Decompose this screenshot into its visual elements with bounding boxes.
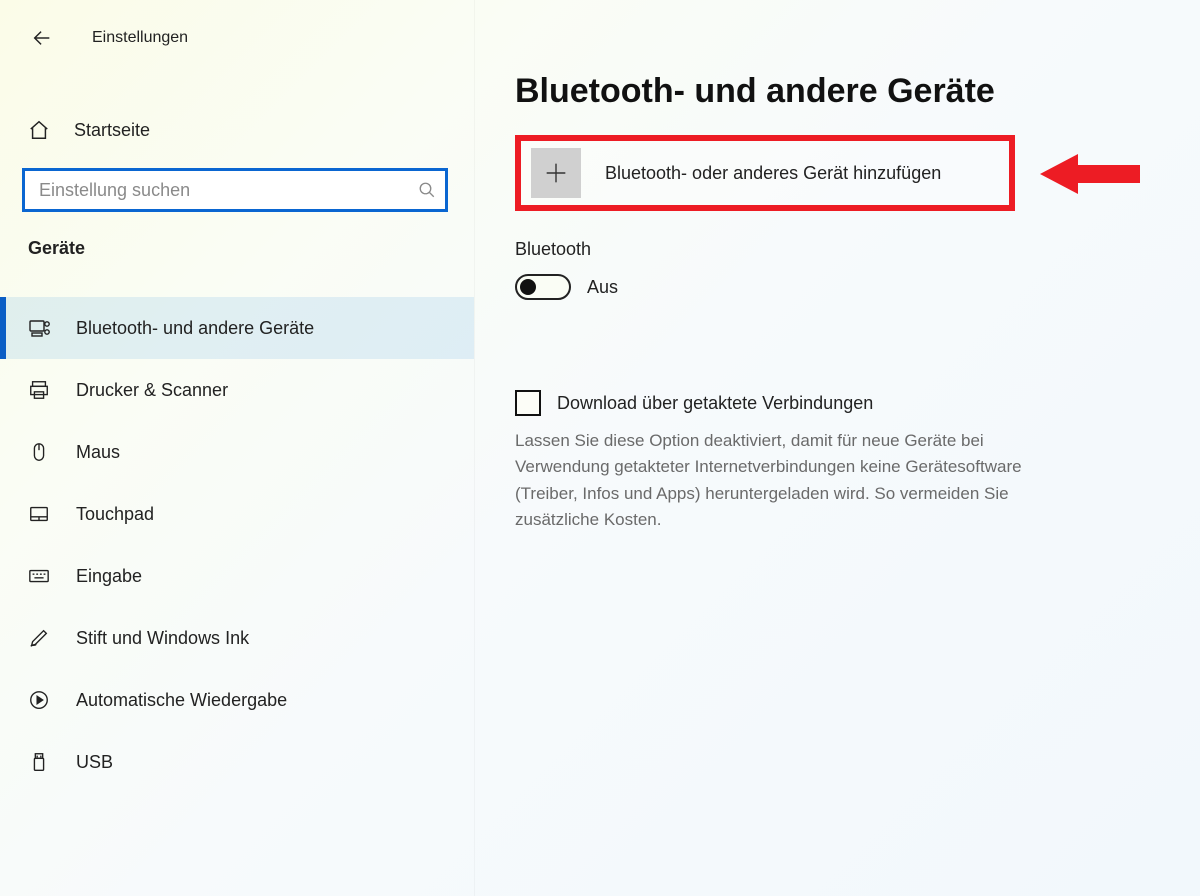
- add-device-label: Bluetooth- oder anderes Gerät hinzufügen: [605, 163, 941, 184]
- section-title: Geräte: [28, 238, 474, 259]
- keyboard-icon: [28, 565, 54, 587]
- nav-list: Bluetooth- und andere Geräte Drucker & S…: [0, 297, 474, 793]
- plus-icon: [531, 148, 581, 198]
- home-link[interactable]: Startseite: [0, 110, 474, 150]
- annotation-arrow-icon: [1040, 151, 1140, 201]
- sidebar: Einstellungen Startseite Geräte: [0, 0, 475, 896]
- sidebar-item-label: Eingabe: [76, 566, 142, 587]
- bluetooth-state-label: Aus: [587, 277, 618, 298]
- sidebar-item-label: USB: [76, 752, 113, 773]
- bluetooth-header: Bluetooth: [515, 239, 1160, 260]
- back-icon[interactable]: [28, 24, 56, 52]
- page-title: Bluetooth- und andere Geräte: [515, 72, 1160, 111]
- printer-icon: [28, 379, 54, 401]
- add-device-button[interactable]: Bluetooth- oder anderes Gerät hinzufügen: [515, 135, 1015, 211]
- bluetooth-devices-icon: [28, 316, 54, 340]
- sidebar-item-pen[interactable]: Stift und Windows Ink: [0, 607, 474, 669]
- sidebar-item-mouse[interactable]: Maus: [0, 421, 474, 483]
- usb-icon: [28, 751, 54, 773]
- metered-checkbox-label: Download über getaktete Verbindungen: [557, 393, 873, 414]
- sidebar-item-autoplay[interactable]: Automatische Wiedergabe: [0, 669, 474, 731]
- sidebar-item-usb[interactable]: USB: [0, 731, 474, 793]
- sidebar-item-label: Automatische Wiedergabe: [76, 690, 287, 711]
- mouse-icon: [28, 441, 54, 463]
- bluetooth-toggle[interactable]: [515, 274, 571, 300]
- home-icon: [28, 119, 52, 141]
- sidebar-item-typing[interactable]: Eingabe: [0, 545, 474, 607]
- search-icon[interactable]: [409, 181, 445, 199]
- search-box[interactable]: [22, 168, 448, 212]
- sidebar-item-label: Drucker & Scanner: [76, 380, 228, 401]
- main-panel: Bluetooth- und andere Geräte Bluetooth- …: [475, 0, 1200, 896]
- sidebar-item-label: Bluetooth- und andere Geräte: [76, 318, 314, 339]
- metered-description: Lassen Sie diese Option deaktiviert, dam…: [515, 428, 1075, 533]
- window-header: Einstellungen: [0, 18, 474, 58]
- sidebar-item-label: Stift und Windows Ink: [76, 628, 249, 649]
- sidebar-item-bluetooth[interactable]: Bluetooth- und andere Geräte: [0, 297, 474, 359]
- sidebar-item-printers[interactable]: Drucker & Scanner: [0, 359, 474, 421]
- app-title: Einstellungen: [92, 29, 188, 47]
- sidebar-item-label: Touchpad: [76, 504, 154, 525]
- metered-section: Download über getaktete Verbindungen Las…: [515, 390, 1160, 533]
- bluetooth-section: Bluetooth Aus: [515, 239, 1160, 300]
- pen-icon: [28, 627, 54, 649]
- sidebar-item-touchpad[interactable]: Touchpad: [0, 483, 474, 545]
- metered-checkbox[interactable]: [515, 390, 541, 416]
- sidebar-item-label: Maus: [76, 442, 120, 463]
- autoplay-icon: [28, 689, 54, 711]
- touchpad-icon: [28, 503, 54, 525]
- home-label: Startseite: [74, 120, 150, 141]
- search-input[interactable]: [25, 171, 409, 209]
